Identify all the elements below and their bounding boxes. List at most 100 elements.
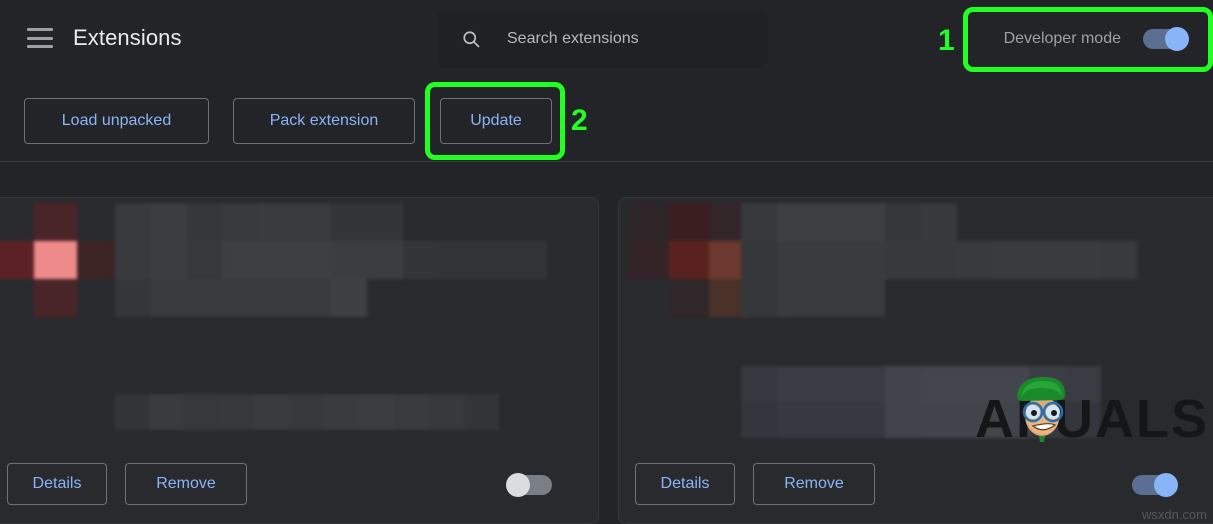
mosaic-cell — [359, 394, 394, 430]
mosaic-cell — [0, 241, 34, 279]
mosaic-cell — [511, 279, 547, 317]
mosaic-cell — [777, 366, 813, 402]
mosaic-cell — [259, 279, 295, 317]
mosaic-cell — [511, 241, 547, 279]
mosaic-cell — [1101, 203, 1137, 241]
search-icon — [463, 31, 480, 48]
mosaic-cell — [1101, 241, 1137, 279]
page-header: Extensions Developer mode — [0, 0, 1213, 78]
mosaic-cell — [957, 279, 993, 317]
mosaic-cell — [1065, 241, 1101, 279]
details-button[interactable]: Details — [635, 463, 735, 505]
extension-card-left[interactable]: Details Remove — [0, 197, 599, 524]
extension-enabled-toggle[interactable] — [506, 473, 552, 497]
update-button[interactable]: Update — [440, 98, 552, 144]
extension-card-right[interactable]: Details Remove — [618, 197, 1213, 524]
mosaic-cell — [921, 241, 957, 279]
mosaic-cell — [295, 203, 331, 241]
developer-mode-label: Developer mode — [1003, 30, 1121, 47]
extension-id-redacted — [741, 366, 1101, 438]
mosaic-cell — [957, 241, 993, 279]
mosaic-cell — [849, 241, 885, 279]
annotation-number-2: 2 — [571, 104, 588, 137]
search-bar[interactable] — [437, 10, 768, 68]
developer-mode-group: Developer mode — [984, 12, 1205, 66]
mosaic-cell — [993, 203, 1029, 241]
remove-button[interactable]: Remove — [753, 463, 875, 505]
load-unpacked-button[interactable]: Load unpacked — [24, 98, 209, 144]
mosaic-cell — [114, 394, 149, 430]
mosaic-cell — [813, 203, 849, 241]
mosaic-cell — [511, 203, 547, 241]
extension-id-redacted — [114, 394, 499, 430]
remove-button[interactable]: Remove — [125, 463, 247, 505]
annotation-number-1: 1 — [938, 24, 955, 57]
mosaic-cell — [777, 402, 813, 438]
mosaic-cell — [34, 241, 77, 279]
search-input[interactable] — [507, 10, 757, 68]
mosaic-cell — [184, 394, 219, 430]
mosaic-cell — [34, 279, 77, 317]
mosaic-cell — [475, 241, 511, 279]
toggle-knob — [1154, 473, 1178, 497]
mosaic-cell — [151, 279, 187, 317]
mosaic-cell — [187, 203, 223, 241]
mosaic-cell — [885, 241, 921, 279]
hamburger-menu-icon[interactable] — [27, 28, 53, 48]
mosaic-cell — [1029, 279, 1065, 317]
mosaic-cell — [669, 241, 709, 279]
mosaic-cell — [741, 241, 777, 279]
mosaic-cell — [993, 279, 1029, 317]
mosaic-cell — [741, 203, 777, 241]
hamburger-bar — [27, 36, 53, 40]
mosaic-cell — [885, 402, 921, 438]
mosaic-cell — [813, 279, 849, 317]
mosaic-cell — [993, 402, 1029, 438]
mosaic-cell — [151, 203, 187, 241]
mosaic-cell — [1065, 402, 1101, 438]
mosaic-cell — [921, 402, 957, 438]
mosaic-cell — [1065, 279, 1101, 317]
mosaic-cell — [394, 394, 429, 430]
extension-name-redacted — [741, 203, 1173, 317]
toggle-knob — [1165, 27, 1189, 51]
mosaic-cell — [331, 203, 367, 241]
mosaic-cell — [993, 366, 1029, 402]
mosaic-cell — [1029, 402, 1065, 438]
mosaic-cell — [849, 279, 885, 317]
mosaic-cell — [957, 366, 993, 402]
hamburger-bar — [27, 28, 53, 31]
mosaic-cell — [0, 279, 34, 317]
mosaic-cell — [1137, 279, 1173, 317]
mosaic-cell — [464, 394, 499, 430]
mosaic-cell — [1029, 366, 1065, 402]
mosaic-cell — [367, 203, 403, 241]
mosaic-cell — [777, 279, 813, 317]
details-button[interactable]: Details — [7, 463, 107, 505]
card-footer: Details Remove — [619, 449, 1213, 523]
mosaic-cell — [849, 402, 885, 438]
mosaic-cell — [957, 402, 993, 438]
mosaic-cell — [295, 279, 331, 317]
mosaic-cell — [77, 279, 120, 317]
pack-extension-button[interactable]: Pack extension — [233, 98, 415, 144]
mosaic-cell — [921, 203, 957, 241]
mosaic-cell — [223, 279, 259, 317]
mosaic-cell — [885, 203, 921, 241]
mosaic-cell — [1137, 241, 1173, 279]
mosaic-cell — [331, 241, 367, 279]
extension-cards-container: Details Remove Details Remove — [0, 163, 1213, 524]
mosaic-cell — [475, 279, 511, 317]
mosaic-cell — [885, 279, 921, 317]
mosaic-cell — [219, 394, 254, 430]
extension-enabled-toggle[interactable] — [1132, 473, 1178, 497]
mosaic-cell — [629, 203, 669, 241]
mosaic-cell — [849, 366, 885, 402]
developer-mode-toggle[interactable] — [1143, 27, 1189, 51]
mosaic-cell — [367, 241, 403, 279]
mosaic-cell — [115, 241, 151, 279]
mosaic-cell — [115, 203, 151, 241]
page-title: Extensions — [73, 25, 182, 50]
mosaic-cell — [741, 366, 777, 402]
mosaic-cell — [669, 279, 709, 317]
